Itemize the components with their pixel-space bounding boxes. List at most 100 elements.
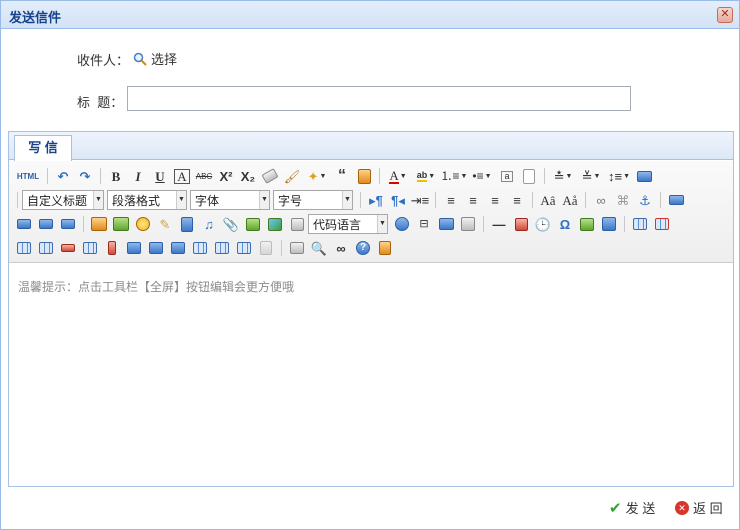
dropdown-arrow-icon: ▼ <box>484 172 492 180</box>
font-size-select[interactable]: 字号 ▼ <box>273 190 353 210</box>
insert-paragraph-before-table-button[interactable] <box>13 238 35 258</box>
close-icon[interactable]: ✕ <box>717 7 733 23</box>
editor-content-area[interactable]: 温馨提示：点击工具栏【全屏】按钮编辑会更方便哦 <box>9 264 733 486</box>
html-source-button[interactable]: HTML <box>13 166 43 186</box>
insert-video-button[interactable] <box>176 214 198 234</box>
split-cells-button[interactable] <box>189 238 211 258</box>
delete-table-button[interactable] <box>651 214 673 234</box>
bold-button[interactable]: B <box>105 166 127 186</box>
unlink-button[interactable]: ⌘ <box>612 190 634 210</box>
split-rows-button[interactable] <box>211 238 233 258</box>
scrawl-button[interactable]: ✎ <box>154 214 176 234</box>
superscript-button[interactable]: X² <box>215 166 237 186</box>
send-label: 发 送 <box>625 501 656 516</box>
font-border-button[interactable]: A <box>171 166 193 186</box>
line-height-button[interactable]: ↕≡ ▼ <box>605 166 633 186</box>
row-spacing-top-button[interactable]: ≛ ▼ <box>549 166 577 186</box>
merge-right-button[interactable] <box>145 238 167 258</box>
ordered-list-button[interactable]: ⒈≡ ▼ <box>440 166 468 186</box>
anchor-button[interactable]: ⚓ <box>634 190 656 210</box>
insert-table-button[interactable] <box>629 214 651 234</box>
insert-col-button[interactable] <box>79 238 101 258</box>
insert-date-button[interactable] <box>510 214 532 234</box>
webapp-button[interactable] <box>286 214 308 234</box>
image-right-button[interactable] <box>57 214 79 234</box>
template-button[interactable] <box>435 214 457 234</box>
highlight-icon: ab <box>416 170 428 182</box>
special-chars-button[interactable]: Ω <box>554 214 576 234</box>
horizontal-rule-button[interactable]: — <box>488 214 510 234</box>
insert-time-button[interactable]: 🕒 <box>532 214 554 234</box>
back-button[interactable]: ✕ 返 回 <box>675 498 723 517</box>
send-button[interactable]: ✔ 发 送 <box>609 498 655 517</box>
insert-link-button[interactable]: ∞ <box>590 190 612 210</box>
dropdown-arrow-icon: ▼ <box>623 172 631 180</box>
page-break-button[interactable]: ⊟ <box>413 214 435 234</box>
word-image-button[interactable] <box>598 214 620 234</box>
undo-button[interactable]: ↶ <box>52 166 74 186</box>
insert-code-button[interactable] <box>391 214 413 234</box>
fullscreen-button[interactable] <box>633 166 655 186</box>
insert-music-button[interactable]: ♫ <box>198 214 220 234</box>
insert-frame-button[interactable] <box>242 214 264 234</box>
snapscreen-button[interactable] <box>576 214 598 234</box>
align-center-button[interactable]: ≡ <box>462 190 484 210</box>
search-replace-button[interactable]: ∞ <box>330 238 352 258</box>
align-left-button[interactable]: ≡ <box>440 190 462 210</box>
strikethrough-button[interactable]: ABC <box>193 166 215 186</box>
preview-button[interactable]: 🔍 <box>308 238 330 258</box>
unordered-list-button[interactable]: •≡ ▼ <box>468 166 496 186</box>
ordered-list-icon: ⒈≡ <box>440 169 460 183</box>
template-icon <box>438 218 454 230</box>
format-painter-button[interactable]: 🖌 <box>281 166 303 186</box>
font-color-button[interactable]: A ▼ <box>384 166 412 186</box>
split-cols-button[interactable] <box>233 238 255 258</box>
redo-button[interactable]: ↷ <box>74 166 96 186</box>
underline-button[interactable]: U <box>149 166 171 186</box>
align-right-button[interactable]: ≡ <box>484 190 506 210</box>
highlight-color-button[interactable]: ab ▼ <box>412 166 440 186</box>
image-none-button[interactable] <box>13 214 35 234</box>
image-left-icon <box>39 219 53 229</box>
attachment-button[interactable]: 📎 <box>220 214 242 234</box>
delete-col-button[interactable] <box>101 238 123 258</box>
blockquote-button[interactable]: “ <box>331 166 353 186</box>
image-left-button[interactable] <box>35 214 57 234</box>
toolbar-divider <box>47 168 48 184</box>
subject-input[interactable] <box>127 86 631 111</box>
background-button[interactable] <box>457 214 479 234</box>
delete-row-button[interactable] <box>57 238 79 258</box>
tab-compose[interactable]: 写 信 <box>14 135 72 161</box>
insert-multi-image-button[interactable] <box>110 214 132 234</box>
lowercase-button[interactable]: Aå <box>559 190 581 210</box>
direction-rtl-button[interactable]: ¶◂ <box>387 190 409 210</box>
direction-ltr-button[interactable]: ▸¶ <box>365 190 387 210</box>
merge-down-button[interactable] <box>167 238 189 258</box>
image-float-button[interactable] <box>665 190 687 210</box>
eraser-button[interactable] <box>259 166 281 186</box>
merge-cells-button[interactable] <box>123 238 145 258</box>
paragraph-format-select[interactable]: 段落格式 ▼ <box>107 190 187 210</box>
auto-format-button[interactable]: ✦ ▼ <box>303 166 331 186</box>
pdf-button[interactable] <box>255 238 277 258</box>
insert-row-button[interactable] <box>35 238 57 258</box>
indent-button[interactable]: ⇥≡ <box>409 190 431 210</box>
print-button[interactable] <box>286 238 308 258</box>
emotion-button[interactable] <box>132 214 154 234</box>
new-document-button[interactable] <box>518 166 540 186</box>
uppercase-button[interactable]: Aâ <box>537 190 559 210</box>
paste-plain-button[interactable] <box>353 166 375 186</box>
select-all-button[interactable]: a <box>496 166 518 186</box>
help-button[interactable]: ? <box>352 238 374 258</box>
drafts-button[interactable] <box>374 238 396 258</box>
insert-image-button[interactable] <box>88 214 110 234</box>
select-recipient-button[interactable]: 选择 <box>133 49 177 68</box>
custom-heading-select[interactable]: 自定义标题 ▼ <box>22 190 104 210</box>
italic-button[interactable]: I <box>127 166 149 186</box>
google-map-button[interactable] <box>264 214 286 234</box>
row-spacing-bottom-button[interactable]: ≚ ▼ <box>577 166 605 186</box>
align-justify-button[interactable]: ≡ <box>506 190 528 210</box>
code-language-select[interactable]: 代码语言 ▼ <box>308 214 388 234</box>
font-family-select[interactable]: 字体 ▼ <box>190 190 270 210</box>
subscript-button[interactable]: X₂ <box>237 166 259 186</box>
